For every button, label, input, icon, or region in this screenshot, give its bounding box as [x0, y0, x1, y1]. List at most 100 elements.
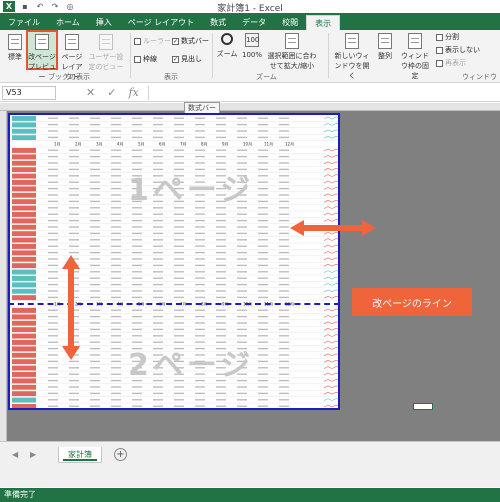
ruler-checkbox[interactable]: ルーラー: [134, 36, 171, 46]
redo-icon[interactable]: ↷: [50, 2, 60, 12]
arrange-all-button[interactable]: 整列: [374, 33, 396, 61]
unhide-button[interactable]: 再表示: [436, 58, 466, 68]
tab-review[interactable]: 校閲: [274, 15, 306, 30]
zoom-100-button[interactable]: 100 100%: [240, 33, 264, 59]
headings-label: 見出し: [181, 55, 202, 63]
normal-view-button[interactable]: 標準: [4, 34, 26, 62]
normal-view-label: 標準: [8, 53, 22, 61]
ruler-box: [134, 37, 141, 45]
custom-views-label: ユーザー設定のビュー: [88, 53, 124, 71]
page-break-callout: 改ページのライン: [352, 288, 472, 316]
horizontal-double-arrow-icon: [290, 220, 376, 236]
arrange-label: 整列: [378, 52, 392, 60]
table-row: [10, 128, 338, 135]
enter-icon[interactable]: ✓: [107, 86, 116, 99]
tab-formulas[interactable]: 数式: [202, 15, 234, 30]
name-box[interactable]: V53: [2, 85, 56, 100]
split-icon: [436, 33, 443, 41]
ribbon-tabs: ファイル ホーム 挿入 ページ レイアウト 数式 データ 校閲 表示: [0, 13, 500, 30]
add-sheet-icon[interactable]: +: [114, 448, 127, 461]
group-label-window: ウィンドウ: [462, 73, 497, 81]
table-row: [12, 404, 338, 408]
table-row: [10, 327, 338, 333]
month-header: 5月: [138, 142, 145, 147]
ribbon-view: 標準 改ページプレビュー ページレイアウト ユーザー設定のビュー ブックの表示 …: [0, 30, 500, 83]
page-break-preview-button[interactable]: 改ページプレビュー: [26, 30, 58, 81]
arrange-icon: [378, 33, 392, 49]
table-row: [10, 237, 338, 244]
zoom-to-selection-button[interactable]: 選択範囲に合わせて拡大/縮小: [266, 33, 318, 71]
page-1-watermark: 1ページ: [128, 173, 255, 208]
month-header: 3月: [96, 142, 103, 147]
gridlines-checkbox[interactable]: 枠線: [134, 54, 157, 64]
column-headers[interactable]: 数式バー: [0, 102, 500, 114]
page-break-line[interactable]: [8, 303, 340, 305]
formula-input[interactable]: [148, 86, 496, 100]
new-window-icon: [345, 33, 359, 49]
freeze-panes-button[interactable]: ウィンドウ枠の固定: [398, 33, 432, 81]
table-row: [10, 269, 338, 276]
table-row: [10, 116, 338, 122]
zoom-icon: [221, 33, 233, 45]
table-row: [10, 295, 338, 301]
cancel-icon[interactable]: ✕: [86, 86, 95, 99]
ruler-label: ルーラー: [143, 37, 171, 45]
custom-views-button[interactable]: ユーザー設定のビュー: [86, 34, 126, 72]
next-sheet-icon[interactable]: ▶: [30, 450, 36, 459]
page-break-preview-icon: [35, 34, 49, 50]
tab-home[interactable]: ホーム: [48, 15, 88, 30]
insert-function-icon[interactable]: fx: [128, 86, 138, 99]
row-headers[interactable]: [0, 111, 7, 441]
new-window-label: 新しいウィンドウを開く: [334, 52, 370, 80]
hide-icon: [436, 46, 443, 54]
headings-checkbox[interactable]: 見出し: [172, 54, 202, 64]
zoom-selection-icon: [285, 33, 299, 49]
table-row: [10, 333, 338, 340]
save-icon[interactable]: ▪: [20, 2, 30, 12]
month-header: 11月: [264, 142, 273, 147]
sheet-tab-kakeibo[interactable]: 家計簿: [58, 447, 102, 463]
table-row: [10, 384, 338, 391]
zoom-button[interactable]: ズーム: [216, 33, 238, 59]
gridlines-label: 枠線: [143, 55, 157, 63]
tab-insert[interactable]: 挿入: [88, 15, 120, 30]
preview-icon[interactable]: ◎: [65, 2, 75, 12]
month-header: 6月: [159, 142, 166, 147]
status-bar: 準備完了: [0, 488, 500, 502]
normal-view-icon: [8, 34, 22, 50]
undo-icon[interactable]: ↶: [35, 2, 45, 12]
tab-page-layout[interactable]: ページ レイアウト: [120, 15, 202, 30]
table-row: [10, 288, 338, 295]
table-row: [10, 320, 338, 327]
table-row: [10, 391, 338, 397]
formula-bar-checkbox[interactable]: 数式バー: [172, 36, 209, 46]
active-cell[interactable]: [413, 403, 433, 410]
group-label-zoom: ズーム: [256, 73, 277, 81]
zoom-100-label: 100%: [241, 51, 262, 59]
zoom-selection-label: 選択範囲に合わせて拡大/縮小: [267, 52, 317, 70]
zoom-label: ズーム: [216, 50, 238, 58]
table-row: 1月 2月 3月 4月 5月 6月 7月 8月 9月 10月 11月 12月: [10, 142, 338, 148]
tab-view[interactable]: 表示: [306, 15, 341, 30]
sheet-tab-bar: ◀ ▶ 家計簿 +: [0, 441, 500, 487]
new-window-button[interactable]: 新しいウィンドウを開く: [332, 33, 372, 81]
table-row: [10, 263, 338, 269]
split-button[interactable]: 分割: [436, 32, 459, 42]
month-header: 12月: [285, 142, 294, 147]
table-row: [10, 282, 338, 289]
prev-sheet-icon[interactable]: ◀: [12, 450, 18, 459]
tab-data[interactable]: データ: [234, 15, 274, 30]
month-header: 10月: [243, 142, 252, 147]
excel-logo-icon: X: [3, 1, 15, 12]
table-row: [10, 276, 338, 282]
group-separator: [130, 33, 131, 78]
table-row: [10, 308, 338, 314]
vertical-double-arrow-icon: [62, 255, 80, 360]
month-header: 8月: [201, 142, 208, 147]
freeze-panes-label: ウィンドウ枠の固定: [401, 52, 429, 80]
hide-button[interactable]: 表示しない: [436, 45, 480, 55]
hide-label: 表示しない: [445, 46, 480, 54]
table-row: [10, 397, 338, 404]
tab-file[interactable]: ファイル: [0, 15, 48, 30]
table-row: [10, 250, 338, 257]
